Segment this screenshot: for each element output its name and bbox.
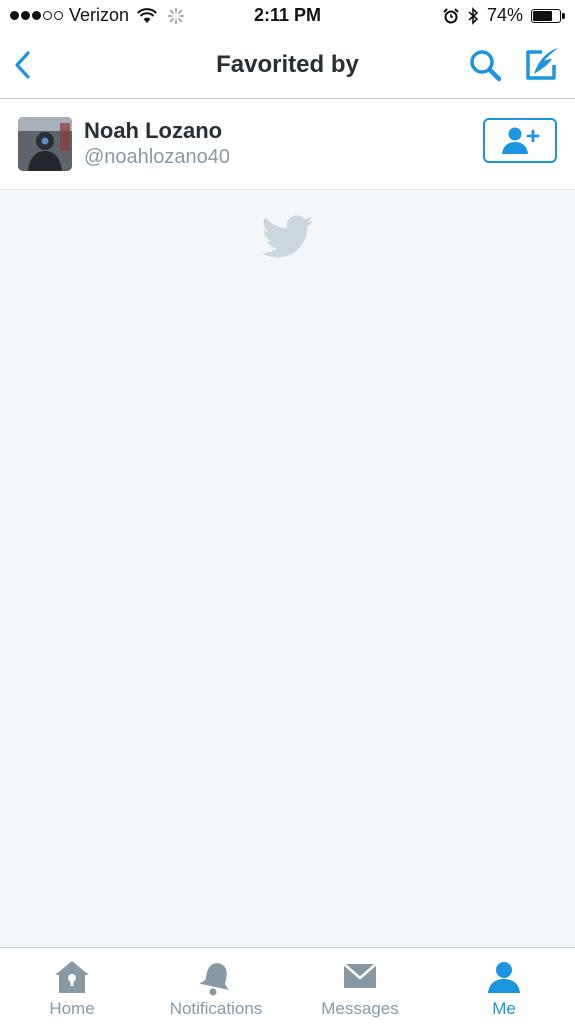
avatar[interactable] bbox=[18, 117, 72, 171]
compose-icon bbox=[526, 48, 558, 80]
navigation-bar: Favorited by bbox=[0, 32, 575, 99]
tab-bar: Home Notifications Messages Me bbox=[0, 947, 575, 1024]
tab-label: Messages bbox=[321, 999, 399, 1018]
search-icon bbox=[470, 50, 502, 82]
tab-label: Notifications bbox=[169, 999, 263, 1018]
battery-fill bbox=[533, 10, 553, 21]
app: Verizon 2:11 PM 74% Favorited by Noah Lo… bbox=[0, 0, 575, 1024]
battery-nub bbox=[562, 12, 565, 19]
battery-body bbox=[531, 8, 561, 23]
tab-notifications[interactable]: Notifications bbox=[158, 948, 274, 1024]
user-name[interactable]: Noah Lozano bbox=[84, 118, 222, 144]
envelope-icon bbox=[343, 963, 377, 988]
battery-icon bbox=[531, 8, 565, 23]
twitter-bird-icon bbox=[261, 214, 314, 260]
list-item[interactable]: Noah Lozano @noahlozano40 bbox=[0, 99, 575, 190]
compose-button[interactable] bbox=[522, 45, 562, 85]
follow-button[interactable] bbox=[483, 118, 557, 163]
avatar-photo bbox=[18, 117, 72, 171]
user-handle: @noahlozano40 bbox=[84, 146, 230, 168]
add-user-icon bbox=[502, 127, 540, 154]
search-button[interactable] bbox=[467, 47, 503, 83]
battery-percent: 74% bbox=[486, 5, 523, 25]
status-right: 74% bbox=[443, 5, 565, 26]
bird-icon bbox=[261, 215, 314, 258]
tab-home[interactable]: Home bbox=[22, 948, 122, 1024]
tab-label: Me bbox=[492, 999, 516, 1018]
tab-messages[interactable]: Messages bbox=[310, 948, 410, 1024]
tab-me[interactable]: Me bbox=[454, 948, 554, 1024]
tab-label: Home bbox=[49, 999, 95, 1018]
bell-icon bbox=[199, 963, 229, 996]
alarm-icon bbox=[443, 7, 459, 23]
home-icon bbox=[55, 961, 89, 993]
status-bar: Verizon 2:11 PM 74% bbox=[0, 0, 575, 32]
person-icon bbox=[488, 962, 520, 993]
bluetooth-icon bbox=[468, 6, 479, 25]
